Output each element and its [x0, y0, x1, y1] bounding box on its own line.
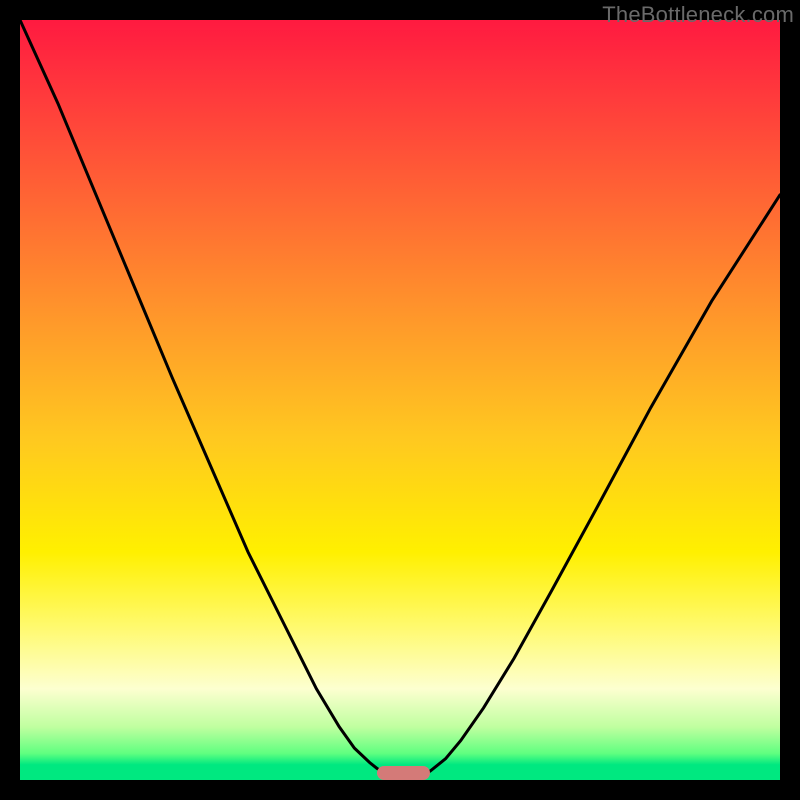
left-curve — [20, 20, 400, 778]
plot-area — [20, 20, 780, 780]
watermark-text: TheBottleneck.com — [602, 2, 794, 28]
right-curve — [415, 195, 780, 778]
curves-layer — [20, 20, 780, 780]
valley-marker — [377, 766, 430, 780]
